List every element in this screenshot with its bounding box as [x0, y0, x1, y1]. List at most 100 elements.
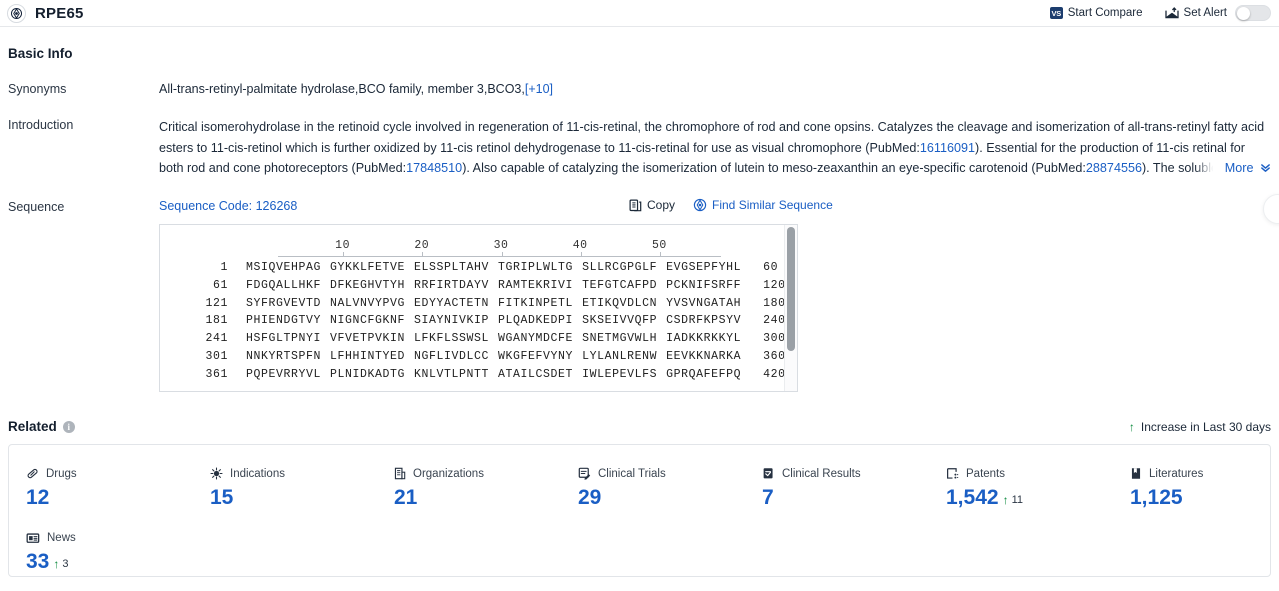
sequence-start-index: 181 [205, 314, 228, 328]
stat-label[interactable]: News [26, 532, 210, 544]
ruler-tick-mark [343, 252, 345, 257]
stat-value[interactable]: 1,125 [1130, 486, 1270, 510]
start-compare-button[interactable]: VS Start Compare [1049, 7, 1143, 19]
stat-label[interactable]: Literatures [1130, 467, 1270, 480]
stat-value[interactable]: 12 [26, 486, 210, 510]
synonyms-more-link[interactable]: [+10] [525, 82, 553, 96]
copy-button[interactable]: Copy [629, 198, 675, 212]
stat-card[interactable]: News 33 ↑ 3 [26, 532, 210, 574]
stat-value-text: 33 [26, 550, 50, 573]
stat-value-text: 21 [394, 486, 418, 509]
stat-label-text: Clinical Results [782, 467, 861, 480]
sequence-chunk: GPRQAFEFPQ [666, 367, 742, 381]
stat-value[interactable]: 1,542 ↑ 11 [946, 486, 1130, 510]
stat-value[interactable]: 33 ↑ 3 [26, 550, 210, 574]
stat-card[interactable]: Clinical Trials 29 [578, 467, 762, 510]
stat-value-text: 7 [762, 486, 774, 509]
sequence-chunk: VFVETPVKIN [330, 332, 406, 346]
set-alert-toggle[interactable] [1235, 5, 1271, 21]
sequence-chunk: PHIENDGTVY [246, 314, 322, 328]
sequence-line: 121 SYFRGVEVTD NALVNVYPVG EDYYACTETN FITKINP… [160, 297, 797, 315]
stat-delta: ↑ 3 [53, 558, 68, 570]
stat-label[interactable]: Clinical Results [762, 467, 946, 480]
related-stats-card: Drugs 12 Indications 15 Organizations 21 Clini… [8, 444, 1271, 577]
ruler-tick-mark [580, 252, 582, 257]
stat-value[interactable]: 15 [210, 486, 394, 510]
sequence-chunk: LYLANLRENW [582, 349, 658, 363]
sequence-end-index: 240 [763, 314, 786, 328]
more-label: More [1224, 160, 1254, 175]
scrollbar-thumb[interactable] [787, 227, 795, 351]
stat-delta: ↑ 11 [1003, 494, 1023, 506]
legend-label: Increase in Last 30 days [1140, 419, 1271, 434]
up-arrow-icon: ↑ [53, 557, 60, 571]
sequence-end-index: 180 [763, 296, 786, 310]
basic-info-title: Basic Info [8, 46, 73, 61]
sequence-residues: NNKYRTSPFN LFHHINTYED NGFLIVDLCC WKGFEFVYNY… [246, 350, 741, 363]
sequence-viewer[interactable]: 10 20 30 40 50 1 MSIQVEHPAG GYKKLFETVE ELSSPLTA… [159, 224, 798, 392]
sequence-code[interactable]: Sequence Code: 126268 [159, 199, 297, 213]
sequence-chunk: SIAYNIVKIP [414, 314, 490, 328]
stat-card[interactable]: Indications 15 [210, 467, 394, 510]
sequence-chunk: RAMTEKRIVI [498, 278, 574, 292]
stat-value[interactable]: 7 [762, 486, 946, 510]
stat-value-text: 12 [26, 486, 50, 509]
sequence-start-index: 61 [212, 278, 228, 292]
stat-label[interactable]: Indications [210, 467, 394, 480]
sequence-end-index: 60 [763, 261, 779, 274]
stat-card[interactable]: Patents 1,542 ↑ 11 [946, 467, 1130, 510]
sequence-scrollbar[interactable] [784, 225, 797, 391]
synonyms-text: All-trans-retinyl-palmitate hydrolase,BC… [159, 82, 525, 96]
info-icon[interactable]: i [62, 420, 75, 433]
ruler-tick-mark [659, 252, 661, 257]
sequence-line: 181 PHIENDGTVY NIGNCFGKNF SIAYNIVKIP PLQADKE… [160, 314, 797, 332]
app-header: RPE65 VS Start Compare Set Alert [0, 0, 1279, 27]
pubmed-link-1[interactable]: 16116091 [920, 141, 975, 155]
related-header: Related i ↑ Increase in Last 30 days [8, 419, 1271, 434]
pubmed-link-2[interactable]: 17848510 [406, 161, 462, 175]
stat-label[interactable]: Drugs [26, 467, 210, 480]
stat-label[interactable]: Organizations [394, 467, 578, 480]
target-icon [7, 3, 26, 23]
ruler-tick-label: 20 [414, 239, 430, 252]
stat-value[interactable]: 21 [394, 486, 578, 510]
pubmed-link-3[interactable]: 28874556 [1086, 161, 1142, 175]
sequence-tools: Copy Find Similar Sequence [629, 198, 833, 212]
virus-icon [210, 467, 223, 480]
sequence-chunk: ATAILCSDET [498, 367, 574, 381]
stat-delta-value: 11 [1011, 494, 1023, 506]
sequence-chunk: PLQADKEDPI [498, 314, 574, 328]
stat-value-text: 15 [210, 486, 234, 509]
sequence-chunk: PLNIDKADTG [330, 367, 406, 381]
stat-label-text: News [47, 532, 76, 544]
stat-card[interactable]: Drugs 12 [26, 467, 210, 510]
set-alert-control[interactable]: Set Alert [1164, 5, 1271, 21]
sequence-chunk: KNLVTLPNTT [414, 367, 490, 381]
sequence-end-index: 420 [763, 367, 786, 381]
patent-icon [946, 467, 959, 480]
ruler-tick-label: 10 [335, 239, 350, 252]
stat-label[interactable]: Patents [946, 467, 1130, 480]
sequence-chunk: PQPEVRRYVL [246, 367, 322, 381]
sequence-ruler: 10 20 30 40 50 [278, 239, 721, 261]
stat-card[interactable]: Organizations 21 [394, 467, 578, 510]
stat-label[interactable]: Clinical Trials [578, 467, 762, 480]
sequence-chunk: TEFGTCAFPD [582, 278, 658, 292]
sequence-header: Sequence Code: 126268 Copy Find Similar … [159, 198, 1271, 213]
stat-card[interactable]: Literatures 1,125 [1130, 467, 1270, 510]
ruler-line [278, 256, 721, 257]
alert-mail-icon [1164, 7, 1179, 19]
stat-delta-value: 3 [62, 558, 69, 570]
stat-value[interactable]: 29 [578, 486, 762, 510]
sequence-start-index: 301 [205, 349, 228, 363]
sequence-chunk: EVGSEPFYHL [666, 261, 742, 274]
sequence-chunk: DFKEGHVTYH [330, 278, 406, 292]
find-similar-sequence-button[interactable]: Find Similar Sequence [693, 198, 833, 212]
ruler-tick-mark [501, 252, 503, 257]
sequence-residues: HSFGLTPNYI VFVETPVKIN LFKFLSSWSL WGANYMDCFE… [246, 332, 741, 345]
introduction-more-button[interactable]: More [1194, 157, 1271, 179]
sequence-line: 241 HSFGLTPNYI VFVETPVKIN LFKFLSSWSL WGANYMD… [160, 332, 797, 350]
sequence-chunk: RRFIRTDAYV [414, 278, 490, 292]
sequence-chunk: PCKNIFSRFF [666, 278, 742, 292]
stat-card[interactable]: Clinical Results 7 [762, 467, 946, 510]
